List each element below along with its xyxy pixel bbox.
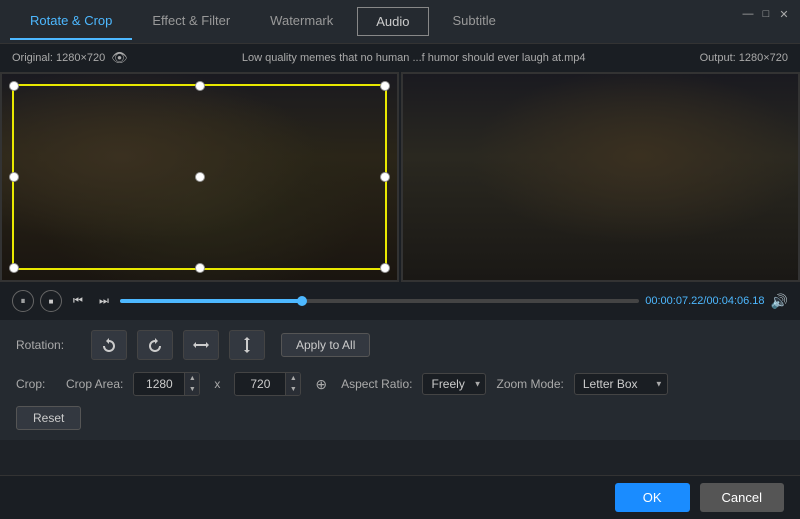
apply-to-all-button[interactable]: Apply to All (281, 333, 370, 357)
crop-height-up[interactable]: ▲ (286, 373, 300, 384)
progress-fill (120, 299, 302, 303)
aspect-ratio-select[interactable]: Freely 16:9 4:3 1:1 9:16 (422, 373, 486, 395)
controls-section: Rotation: Apply to All Crop: Crop Area: (0, 320, 800, 440)
original-size-label: Original: 1280×720 (12, 52, 105, 64)
crop-label: Crop: (16, 377, 56, 391)
center-crop-icon[interactable]: ⊕ (311, 374, 331, 395)
rotate-left-button[interactable] (91, 330, 127, 360)
preview-right (401, 72, 800, 282)
rotate-right-button[interactable] (137, 330, 173, 360)
prev-frame-button[interactable]: ⏮ (68, 291, 88, 311)
next-frame-button[interactable]: ⏭ (94, 291, 114, 311)
progress-bar[interactable] (120, 299, 639, 303)
info-bar: Original: 1280×720 👁 Low quality memes t… (0, 44, 800, 72)
zoom-mode-select[interactable]: Letter Box Pan & Scan Full (574, 373, 668, 395)
flip-horizontal-button[interactable] (183, 330, 219, 360)
playback-bar: ⏸ ■ ⏮ ⏭ 00:00:07.22/00:04:06.18 🔊 (0, 282, 800, 320)
tab-audio[interactable]: Audio (357, 7, 428, 36)
crop-width-input[interactable]: 1280 (134, 374, 184, 394)
action-bar: OK Cancel (0, 475, 800, 519)
crop-width-up[interactable]: ▲ (185, 373, 199, 384)
crop-height-input-group: 720 ▲ ▼ (234, 372, 301, 396)
crop-width-input-group: 1280 ▲ ▼ (133, 372, 200, 396)
visibility-icon[interactable]: 👁 (111, 50, 128, 66)
time-display: 00:00:07.22/00:04:06.18 (645, 295, 764, 307)
close-button[interactable]: ✕ (776, 6, 792, 22)
tab-bar: Rotate & Crop Effect & Filter Watermark … (0, 0, 800, 44)
progress-thumb (297, 296, 307, 306)
rotation-row: Rotation: Apply to All (16, 330, 784, 360)
crop-width-spinners: ▲ ▼ (184, 373, 199, 395)
tab-subtitle[interactable]: Subtitle (433, 3, 516, 40)
aspect-ratio-label: Aspect Ratio: (341, 377, 412, 391)
ok-button[interactable]: OK (615, 483, 690, 512)
rotation-label: Rotation: (16, 338, 81, 352)
volume-icon[interactable]: 🔊 (771, 293, 788, 310)
current-time: 00:00:07.22 (645, 295, 703, 307)
x-separator: x (210, 377, 224, 391)
cancel-button[interactable]: Cancel (700, 483, 784, 512)
preview-left (0, 72, 399, 282)
tab-watermark[interactable]: Watermark (250, 3, 353, 40)
minimize-button[interactable]: — (740, 6, 756, 22)
tab-effect-filter[interactable]: Effect & Filter (132, 3, 250, 40)
crop-height-input[interactable]: 720 (235, 374, 285, 394)
stop-button[interactable]: ■ (40, 290, 62, 312)
aspect-ratio-select-wrapper: Freely 16:9 4:3 1:1 9:16 (422, 373, 486, 395)
flip-vertical-button[interactable] (229, 330, 265, 360)
crop-row: Crop: Crop Area: 1280 ▲ ▼ x 720 ▲ ▼ ⊕ As… (16, 372, 784, 396)
zoom-mode-label: Zoom Mode: (496, 377, 563, 391)
crop-height-spinners: ▲ ▼ (285, 373, 300, 395)
play-pause-button[interactable]: ⏸ (12, 290, 34, 312)
crop-area-label: Crop Area: (66, 377, 123, 391)
reset-row: Reset (16, 406, 784, 430)
maximize-button[interactable]: □ (758, 6, 774, 22)
crop-width-down[interactable]: ▼ (185, 384, 199, 395)
preview-area (0, 72, 800, 282)
total-time: 00:04:06.18 (706, 295, 764, 307)
crop-height-down[interactable]: ▼ (286, 384, 300, 395)
tab-rotate-crop[interactable]: Rotate & Crop (10, 3, 132, 40)
filename-label: Low quality memes that no human ...f hum… (242, 52, 586, 64)
output-size-label: Output: 1280×720 (700, 52, 788, 64)
reset-button[interactable]: Reset (16, 406, 81, 430)
zoom-mode-select-wrapper: Letter Box Pan & Scan Full (574, 373, 668, 395)
